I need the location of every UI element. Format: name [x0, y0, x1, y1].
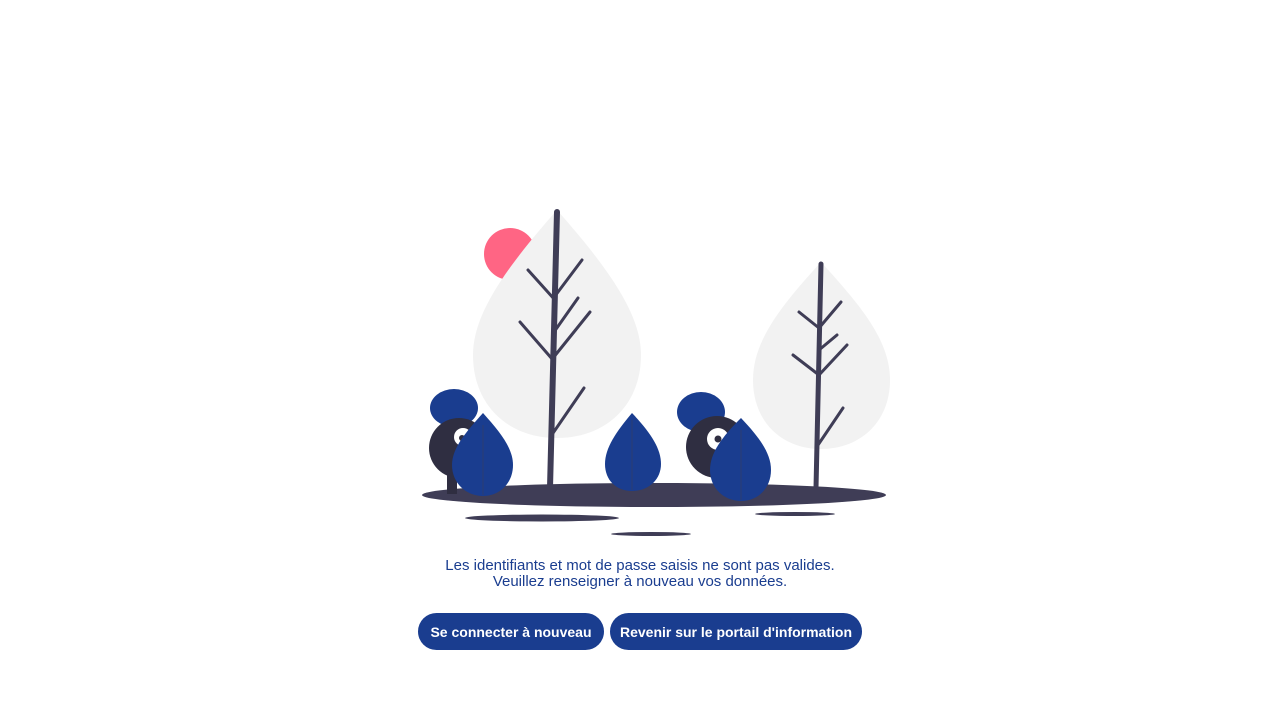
reconnect-button[interactable]: Se connecter à nouveau — [418, 613, 604, 650]
error-page: Les identifiants et mot de passe saisis … — [0, 0, 1280, 720]
portal-button[interactable]: Revenir sur le portail d'information — [610, 613, 862, 650]
ground-shadow-center — [611, 532, 691, 536]
center-bush — [605, 413, 661, 491]
error-message: Les identifiants et mot de passe saisis … — [340, 558, 940, 590]
error-message-line-2: Veuillez renseigner à nouveau vos donnée… — [492, 573, 788, 590]
error-message-line-1: Les identifiants et mot de passe saisis … — [445, 557, 835, 574]
action-buttons: Se connecter à nouveau Revenir sur le po… — [0, 613, 1280, 650]
ground-shadow-right — [755, 512, 835, 516]
ground-shadow-left — [465, 514, 619, 522]
forest-illustration — [422, 209, 890, 536]
